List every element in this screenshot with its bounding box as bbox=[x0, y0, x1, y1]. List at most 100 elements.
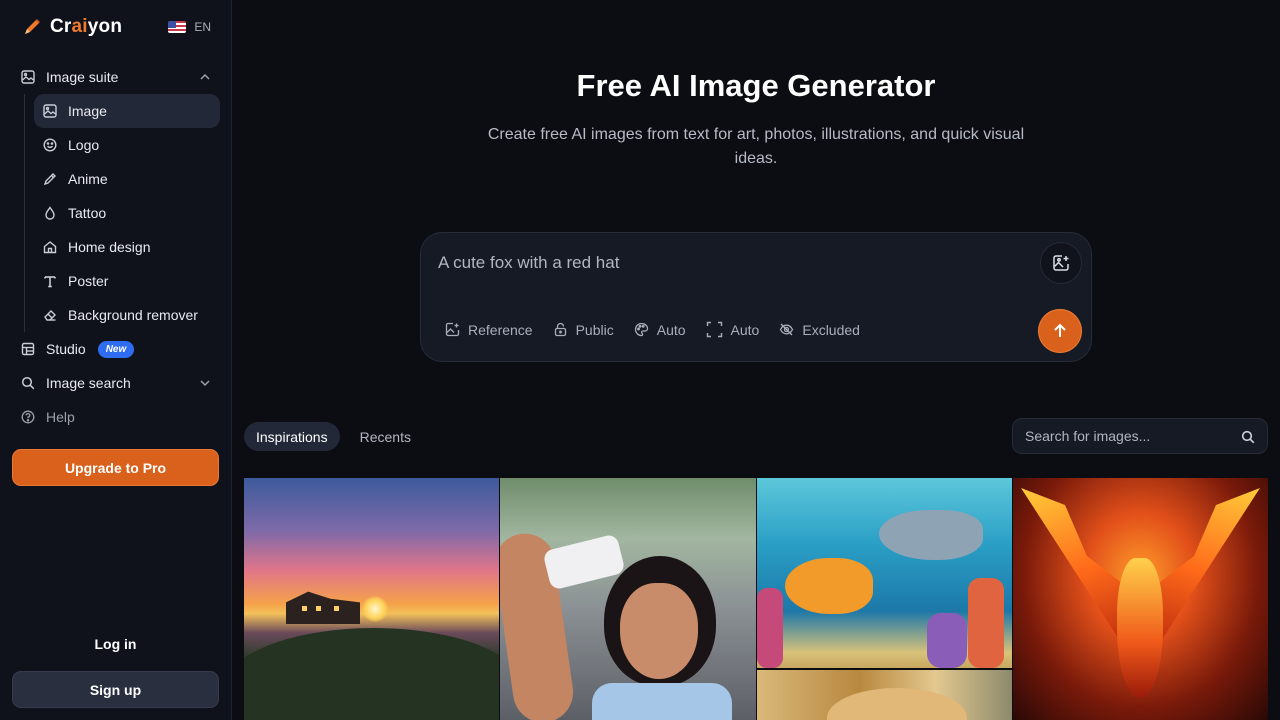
chevron-down-icon bbox=[200, 380, 210, 387]
lock-icon bbox=[554, 322, 566, 337]
smiley-icon bbox=[42, 137, 58, 153]
palette-icon bbox=[634, 322, 648, 337]
sidebar-item-image[interactable]: Image bbox=[34, 94, 220, 128]
brush-icon bbox=[42, 171, 58, 187]
eraser-icon bbox=[42, 307, 58, 323]
sidebar-item-label: Studio bbox=[46, 341, 86, 357]
image-plus-icon bbox=[1053, 255, 1069, 271]
sidebar-item-home-design[interactable]: Home design bbox=[34, 230, 220, 264]
us-flag-icon bbox=[168, 21, 187, 33]
eye-off-icon bbox=[780, 323, 794, 336]
image-detail bbox=[592, 683, 732, 720]
reference-option[interactable]: Reference bbox=[445, 322, 533, 338]
image-detail bbox=[620, 583, 698, 679]
language-code: EN bbox=[194, 20, 211, 34]
search-icon bbox=[20, 375, 36, 391]
sidebar-item-label: Image search bbox=[46, 375, 131, 391]
image-detail bbox=[827, 688, 967, 720]
arrow-up-icon bbox=[1054, 323, 1066, 337]
style-option[interactable]: Auto bbox=[634, 322, 686, 338]
image-detail bbox=[785, 558, 873, 614]
sidebar: Craiyon EN Image suite Image Logo Anime … bbox=[0, 0, 232, 720]
page-title: Free AI Image Generator bbox=[576, 68, 936, 103]
image-gallery bbox=[244, 478, 1268, 720]
image-detail bbox=[316, 606, 321, 611]
aspect-ratio-icon bbox=[706, 321, 722, 338]
image-detail bbox=[542, 533, 626, 591]
generate-button[interactable] bbox=[1038, 309, 1082, 353]
sidebar-item-tattoo[interactable]: Tattoo bbox=[34, 196, 220, 230]
image-icon bbox=[42, 103, 58, 119]
drop-icon bbox=[42, 205, 58, 221]
sidebar-item-poster[interactable]: Poster bbox=[34, 264, 220, 298]
pencil-icon bbox=[25, 19, 40, 34]
sidebar-item-label: Logo bbox=[68, 137, 100, 153]
sidebar-item-anime[interactable]: Anime bbox=[34, 162, 220, 196]
sidebar-nav: Image suite Image Logo Anime Tattoo Home… bbox=[12, 60, 220, 434]
image-plus-icon bbox=[445, 322, 460, 337]
image-search-box bbox=[1012, 418, 1268, 454]
tab-inspirations[interactable]: Inspirations bbox=[244, 422, 340, 451]
sidebar-item-label: Poster bbox=[68, 273, 109, 289]
home-icon bbox=[42, 239, 58, 255]
gallery-tabs: Inspirations Recents bbox=[244, 422, 423, 451]
image-detail bbox=[968, 578, 1004, 668]
chevron-up-icon bbox=[200, 73, 210, 80]
upgrade-to-pro-button[interactable]: Upgrade to Pro bbox=[12, 449, 219, 486]
prompt-box: A cute fox with a red hat Reference Publ… bbox=[420, 232, 1092, 362]
sign-up-button[interactable]: Sign up bbox=[12, 671, 219, 708]
image-detail bbox=[362, 596, 388, 622]
sidebar-item-background-remover[interactable]: Background remover bbox=[34, 298, 220, 332]
sidebar-item-logo[interactable]: Logo bbox=[34, 128, 220, 162]
sidebar-item-label: Home design bbox=[68, 239, 151, 255]
gallery-image-selfie-woman[interactable] bbox=[500, 478, 756, 720]
sidebar-item-label: Anime bbox=[68, 171, 108, 187]
sidebar-item-image-suite[interactable]: Image suite bbox=[12, 60, 220, 94]
image-search-input[interactable] bbox=[1013, 419, 1267, 453]
prompt-options: Reference Public Auto Auto Excluded bbox=[445, 321, 860, 338]
grid-icon bbox=[20, 341, 36, 357]
option-label: Public bbox=[575, 321, 614, 338]
gallery-image-sunset-house[interactable] bbox=[244, 478, 499, 720]
gallery-image-child[interactable] bbox=[757, 670, 1012, 720]
sidebar-item-studio[interactable]: Studio New bbox=[12, 332, 220, 366]
image-detail bbox=[302, 606, 307, 611]
log-in-button[interactable]: Log in bbox=[12, 628, 219, 660]
image-detail bbox=[244, 628, 499, 720]
image-detail bbox=[1117, 558, 1163, 698]
sidebar-item-label: Image bbox=[68, 103, 107, 119]
prompt-input[interactable]: A cute fox with a red hat bbox=[438, 253, 619, 273]
sidebar-item-label: Tattoo bbox=[68, 205, 107, 221]
text-icon bbox=[42, 273, 58, 289]
image-suite-submenu: Image Logo Anime Tattoo Home design Post… bbox=[24, 94, 220, 332]
sidebar-item-image-search[interactable]: Image search bbox=[12, 366, 220, 400]
tab-recents[interactable]: Recents bbox=[348, 422, 423, 451]
image-detail bbox=[1150, 488, 1260, 658]
image-detail bbox=[879, 510, 983, 560]
gallery-image-phoenix[interactable] bbox=[1013, 478, 1268, 720]
option-label: Auto bbox=[656, 321, 686, 338]
image-detail bbox=[1021, 488, 1131, 658]
aspect-ratio-option[interactable]: Auto bbox=[706, 321, 760, 338]
search-icon[interactable] bbox=[1241, 430, 1255, 444]
image-detail bbox=[334, 606, 339, 611]
page-subtitle: Create free AI images from text for art,… bbox=[487, 126, 1025, 167]
sidebar-item-label: Image suite bbox=[46, 69, 119, 85]
sidebar-item-help[interactable]: Help bbox=[12, 400, 220, 434]
option-label: Reference bbox=[468, 321, 533, 338]
image-detail bbox=[927, 613, 967, 668]
exclude-option[interactable]: Excluded bbox=[779, 322, 860, 338]
brand-logo[interactable]: Craiyon bbox=[22, 16, 122, 38]
gallery-image-fish-and-shark[interactable] bbox=[757, 478, 1012, 668]
option-label: Auto bbox=[730, 321, 760, 338]
help-icon bbox=[20, 409, 36, 425]
option-label: Excluded bbox=[802, 321, 860, 338]
image-detail bbox=[757, 588, 783, 668]
brand-name: Craiyon bbox=[50, 16, 123, 37]
new-badge: New bbox=[97, 340, 135, 358]
visibility-option[interactable]: Public bbox=[553, 322, 614, 338]
image-suite-icon bbox=[20, 69, 36, 85]
add-image-button[interactable] bbox=[1040, 242, 1082, 284]
language-selector[interactable]: EN bbox=[168, 20, 211, 34]
sidebar-item-label: Help bbox=[46, 409, 75, 425]
